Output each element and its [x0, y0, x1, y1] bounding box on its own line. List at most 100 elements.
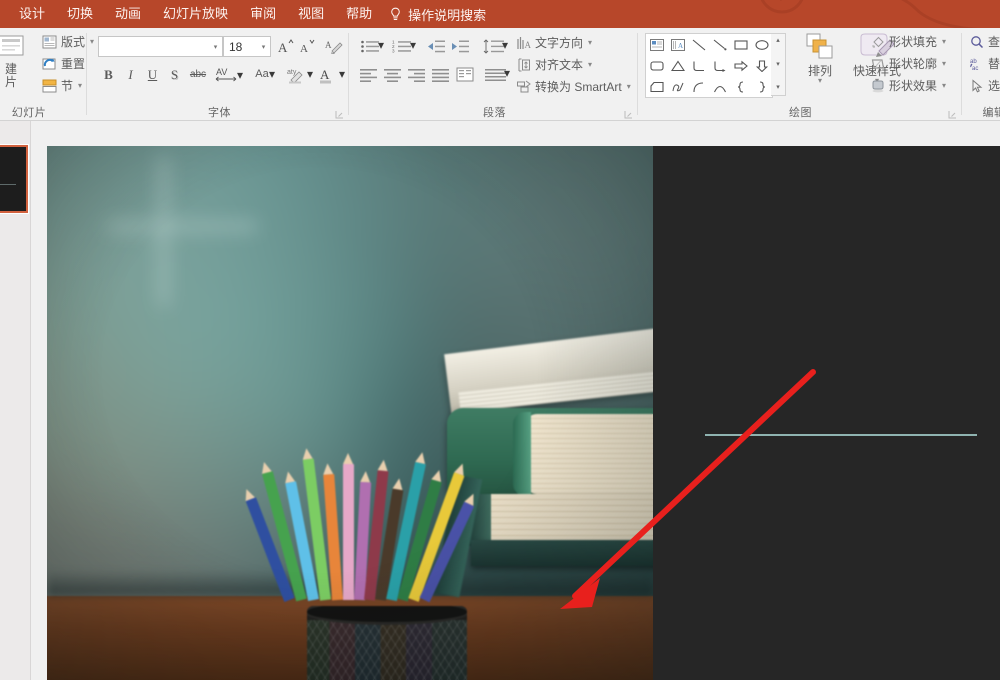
tell-me-label: 操作说明搜索	[408, 7, 487, 23]
ribbon: 建 片 版式 ▾ 重置 节 ▾ 幻灯片 ▾ 18 ▾ A A A B I U S…	[0, 28, 1000, 121]
reset-button[interactable]: 重置	[38, 54, 89, 73]
bullets-button[interactable]: ▾	[357, 36, 385, 57]
align-left-button[interactable]	[357, 64, 380, 85]
pane-splitter[interactable]	[30, 121, 31, 680]
slide-thumbnail-1[interactable]	[0, 145, 28, 213]
shape-effects-button[interactable]: 形状效果 ▾	[867, 76, 950, 95]
bold-button[interactable]: B	[98, 64, 119, 85]
shape-right-brace[interactable]	[751, 76, 772, 97]
font-size-combo[interactable]: 18 ▾	[223, 36, 271, 57]
shrink-font-button[interactable]: A	[297, 36, 318, 57]
select-button[interactable]: 选择 ▾	[966, 76, 1000, 95]
change-case-button[interactable]: Aa ▾	[247, 64, 277, 85]
new-slide-label-2: 片	[4, 75, 17, 89]
slide-thumbnail-pane[interactable]	[0, 121, 30, 680]
section-button[interactable]: 节 ▾	[38, 76, 86, 95]
gallery-more-icon[interactable]: ▾	[776, 84, 780, 92]
highlight-chevron-down-icon: ▾	[306, 67, 313, 81]
paragraph-dialog-launcher[interactable]	[624, 110, 633, 119]
shape-freeform-scribble[interactable]	[667, 76, 688, 97]
shape-outline-chevron-down-icon: ▾	[942, 59, 947, 68]
italic-label: I	[128, 67, 133, 82]
svg-text:A: A	[325, 40, 332, 50]
tell-me-search[interactable]: 操作说明搜索	[383, 5, 486, 24]
shape-elbow-arrow-connector[interactable]	[709, 55, 730, 76]
align-text-icon	[518, 58, 530, 71]
photo-pencil	[343, 453, 354, 600]
tab-animations[interactable]: 动画	[104, 2, 152, 26]
shape-down-arrow[interactable]	[751, 55, 772, 76]
align-right-button[interactable]	[405, 64, 428, 85]
shape-outline-label: 形状轮廓	[889, 57, 938, 71]
new-slide-button[interactable]: 建 片	[0, 32, 34, 90]
justify-button[interactable]	[429, 64, 452, 85]
svg-text:A: A	[320, 67, 330, 82]
tab-transitions[interactable]: 切换	[56, 2, 104, 26]
text-shadow-button[interactable]: S	[164, 64, 185, 85]
strikethrough-button[interactable]: abc	[186, 64, 210, 85]
gallery-scroll-up-icon[interactable]: ▴	[776, 37, 780, 45]
decrease-indent-button[interactable]	[425, 36, 448, 57]
shape-elbow-connector[interactable]	[688, 55, 709, 76]
text-shadow-label: S	[170, 67, 179, 82]
shape-fill-button[interactable]: 形状填充 ▾	[867, 32, 950, 51]
slide-accent-rule[interactable]	[705, 434, 977, 436]
photo-book-bottom	[471, 540, 653, 566]
align-center-button[interactable]	[381, 64, 404, 85]
shape-outline-button[interactable]: 形状轮廓 ▾	[867, 54, 950, 73]
shapes-gallery-scroll[interactable]: ▴ ▾ ▾	[771, 33, 786, 96]
text-highlight-color-button[interactable]: aty ▾	[284, 64, 314, 85]
lightbulb-icon	[391, 7, 400, 20]
font-color-button[interactable]: A ▾	[317, 64, 345, 85]
character-spacing-button[interactable]: AV ▾	[212, 64, 243, 85]
shape-rectangle[interactable]	[730, 34, 751, 55]
shape-arc[interactable]	[688, 76, 709, 97]
find-button[interactable]: 查找	[966, 32, 1000, 51]
layout-button[interactable]: 版式 ▾	[38, 32, 98, 51]
columns-button[interactable]	[453, 64, 476, 85]
shape-triangle[interactable]	[667, 55, 688, 76]
svg-text:3: 3	[392, 49, 395, 54]
tab-help[interactable]: 帮助	[335, 2, 383, 26]
shape-oval[interactable]	[751, 34, 772, 55]
group-divider	[637, 33, 638, 115]
align-text-button[interactable]: 对齐文本 ▾	[513, 55, 596, 74]
shape-vertical-textbox[interactable]: A	[667, 34, 688, 55]
font-name-combo[interactable]: ▾	[98, 36, 223, 57]
text-columns-button[interactable]: ▾	[481, 64, 511, 85]
gallery-scroll-down-icon[interactable]: ▾	[776, 61, 780, 69]
line-spacing-button[interactable]: ▾	[479, 36, 509, 57]
shape-left-brace[interactable]	[730, 76, 751, 97]
shape-curve[interactable]	[709, 76, 730, 97]
shapes-gallery[interactable]: A	[645, 33, 773, 98]
drawing-dialog-launcher[interactable]	[948, 110, 957, 119]
italic-button[interactable]: I	[120, 64, 141, 85]
shape-rounded-rectangle[interactable]	[646, 55, 667, 76]
slide-canvas[interactable]	[47, 146, 1000, 680]
shape-arrow-line[interactable]	[709, 34, 730, 55]
section-icon	[42, 79, 57, 92]
shape-right-arrow[interactable]	[730, 55, 751, 76]
line-spacing-chevron-down-icon: ▾	[501, 38, 508, 52]
convert-to-smartart-button[interactable]: 转换为 SmartArt ▾	[513, 77, 635, 96]
justify-icon	[431, 68, 449, 82]
change-case-chevron-down-icon: ▾	[268, 67, 275, 81]
arrange-button[interactable]: 排列 ▾	[796, 30, 844, 85]
slide-picture[interactable]	[47, 146, 653, 680]
tab-slideshow[interactable]: 幻灯片放映	[152, 2, 239, 26]
underline-button[interactable]: U	[142, 64, 163, 85]
shape-pentagon-callout[interactable]	[646, 76, 667, 97]
text-direction-button[interactable]: A 文字方向 ▾	[513, 33, 596, 52]
grow-font-button[interactable]: A	[275, 36, 296, 57]
font-dialog-launcher[interactable]	[335, 110, 344, 119]
tab-design[interactable]: 设计	[8, 2, 56, 26]
replace-button[interactable]: ab ac 替换 ▾	[966, 54, 1000, 73]
increase-indent-button[interactable]	[449, 36, 472, 57]
tab-review[interactable]: 审阅	[239, 2, 287, 26]
numbering-button[interactable]: 1 2 3 ▾	[389, 36, 417, 57]
align-text-chevron-down-icon: ▾	[588, 60, 593, 69]
clear-formatting-button[interactable]: A	[323, 36, 345, 57]
tab-view[interactable]: 视图	[287, 2, 335, 26]
shape-line[interactable]	[688, 34, 709, 55]
shape-textbox[interactable]	[646, 34, 667, 55]
